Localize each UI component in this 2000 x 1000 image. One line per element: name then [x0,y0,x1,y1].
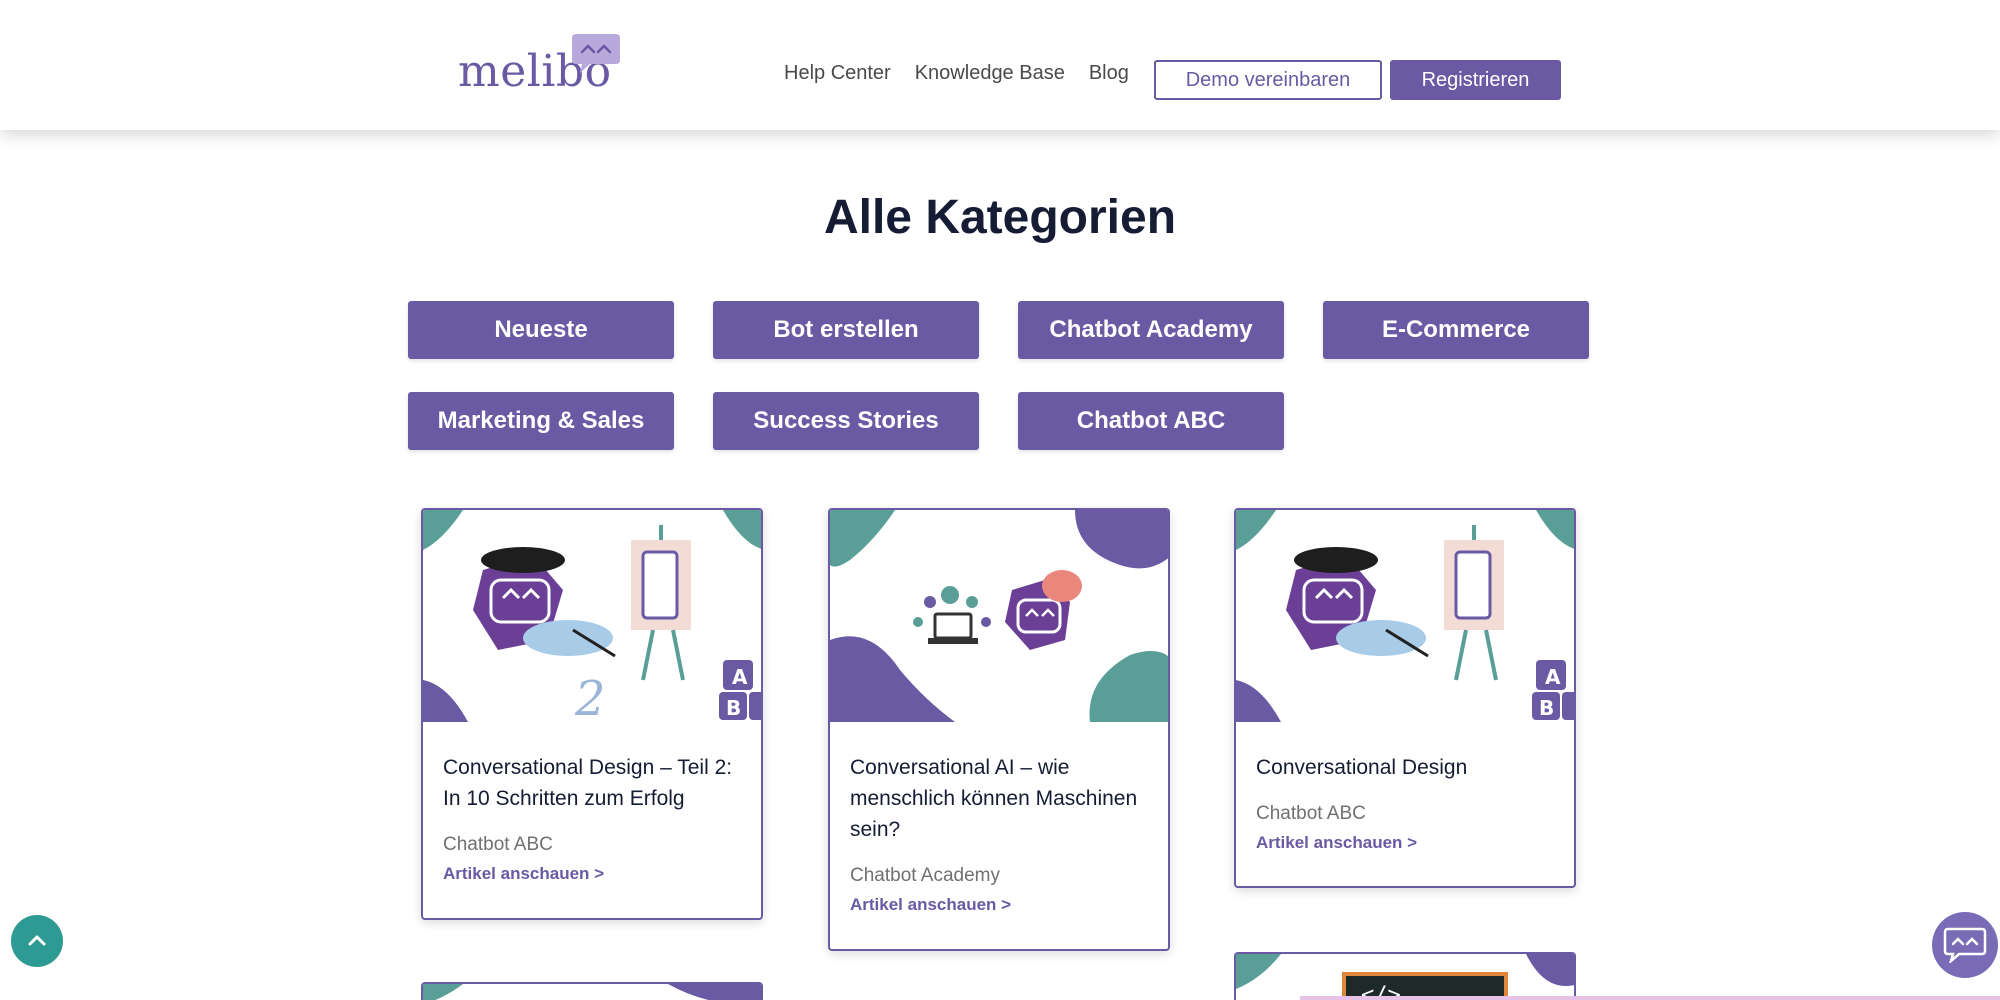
category-chatbot-academy[interactable]: Chatbot Academy [1018,301,1284,359]
bottom-banner-edge [1300,996,2000,1000]
site-header: melibo Help Center Knowledge Base Blog D… [0,0,2000,130]
article-category: Chatbot ABC [1256,803,1366,824]
register-button[interactable]: Registrieren [1390,60,1561,100]
article-card-partial[interactable]: </> [1234,952,1576,1000]
nav-help-center[interactable]: Help Center [784,62,891,85]
article-link[interactable]: Artikel anschauen > [1256,833,1554,853]
demo-button[interactable]: Demo vereinbaren [1154,60,1382,100]
scroll-to-top-button[interactable] [11,915,63,967]
ai-illustration [830,510,1168,722]
article-thumbnail: A B [1236,510,1574,722]
category-e-commerce[interactable]: E-Commerce [1323,301,1589,359]
article-title[interactable]: Conversational AI – wie menschlich könne… [850,752,1148,845]
nav-knowledge-base[interactable]: Knowledge Base [915,62,1065,85]
svg-text:2: 2 [574,671,606,722]
article-thumbnail: 2 A B [423,510,761,722]
main-nav: Help Center Knowledge Base Blog [784,62,1129,85]
svg-text:B: B [726,696,741,720]
design-illustration: A B [1236,510,1574,722]
chat-bubble-icon [1943,927,1987,963]
melibo-logo[interactable]: melibo [458,32,628,97]
article-category: Chatbot ABC [443,834,553,855]
design-illustration: 2 A B [423,510,761,722]
article-title[interactable]: Conversational Design [1256,752,1554,783]
page-title: Alle Kategorien [823,191,1177,244]
article-card[interactable]: A B Conversational Design Chatbot ABC Ar… [1234,508,1576,888]
article-category: Chatbot Academy [850,865,1000,886]
svg-text:A: A [1545,665,1561,689]
svg-text:B: B [1539,696,1554,720]
article-link[interactable]: Artikel anschauen > [443,864,741,884]
article-card-partial[interactable] [421,982,763,1000]
article-thumbnail [830,510,1168,722]
article-title[interactable]: Conversational Design – Teil 2: In 10 Sc… [443,752,741,814]
nav-blog[interactable]: Blog [1089,62,1129,85]
chat-widget-button[interactable] [1932,912,1998,978]
article-thumbnail-partial [423,984,761,1000]
category-success-stories[interactable]: Success Stories [713,392,979,450]
article-card[interactable]: Conversational AI – wie menschlich könne… [828,508,1170,951]
svg-text:A: A [732,665,748,689]
logo-bubble-icon [572,34,620,73]
category-marketing-sales[interactable]: Marketing & Sales [408,392,674,450]
category-chatbot-abc[interactable]: Chatbot ABC [1018,392,1284,450]
category-neueste[interactable]: Neueste [408,301,674,359]
category-bot-erstellen[interactable]: Bot erstellen [713,301,979,359]
chevron-up-icon [28,935,46,946]
article-link[interactable]: Artikel anschauen > [850,895,1148,915]
article-card[interactable]: 2 A B Conversational Design – Teil 2: In… [421,508,763,920]
article-thumbnail-partial: </> [1236,954,1574,1000]
